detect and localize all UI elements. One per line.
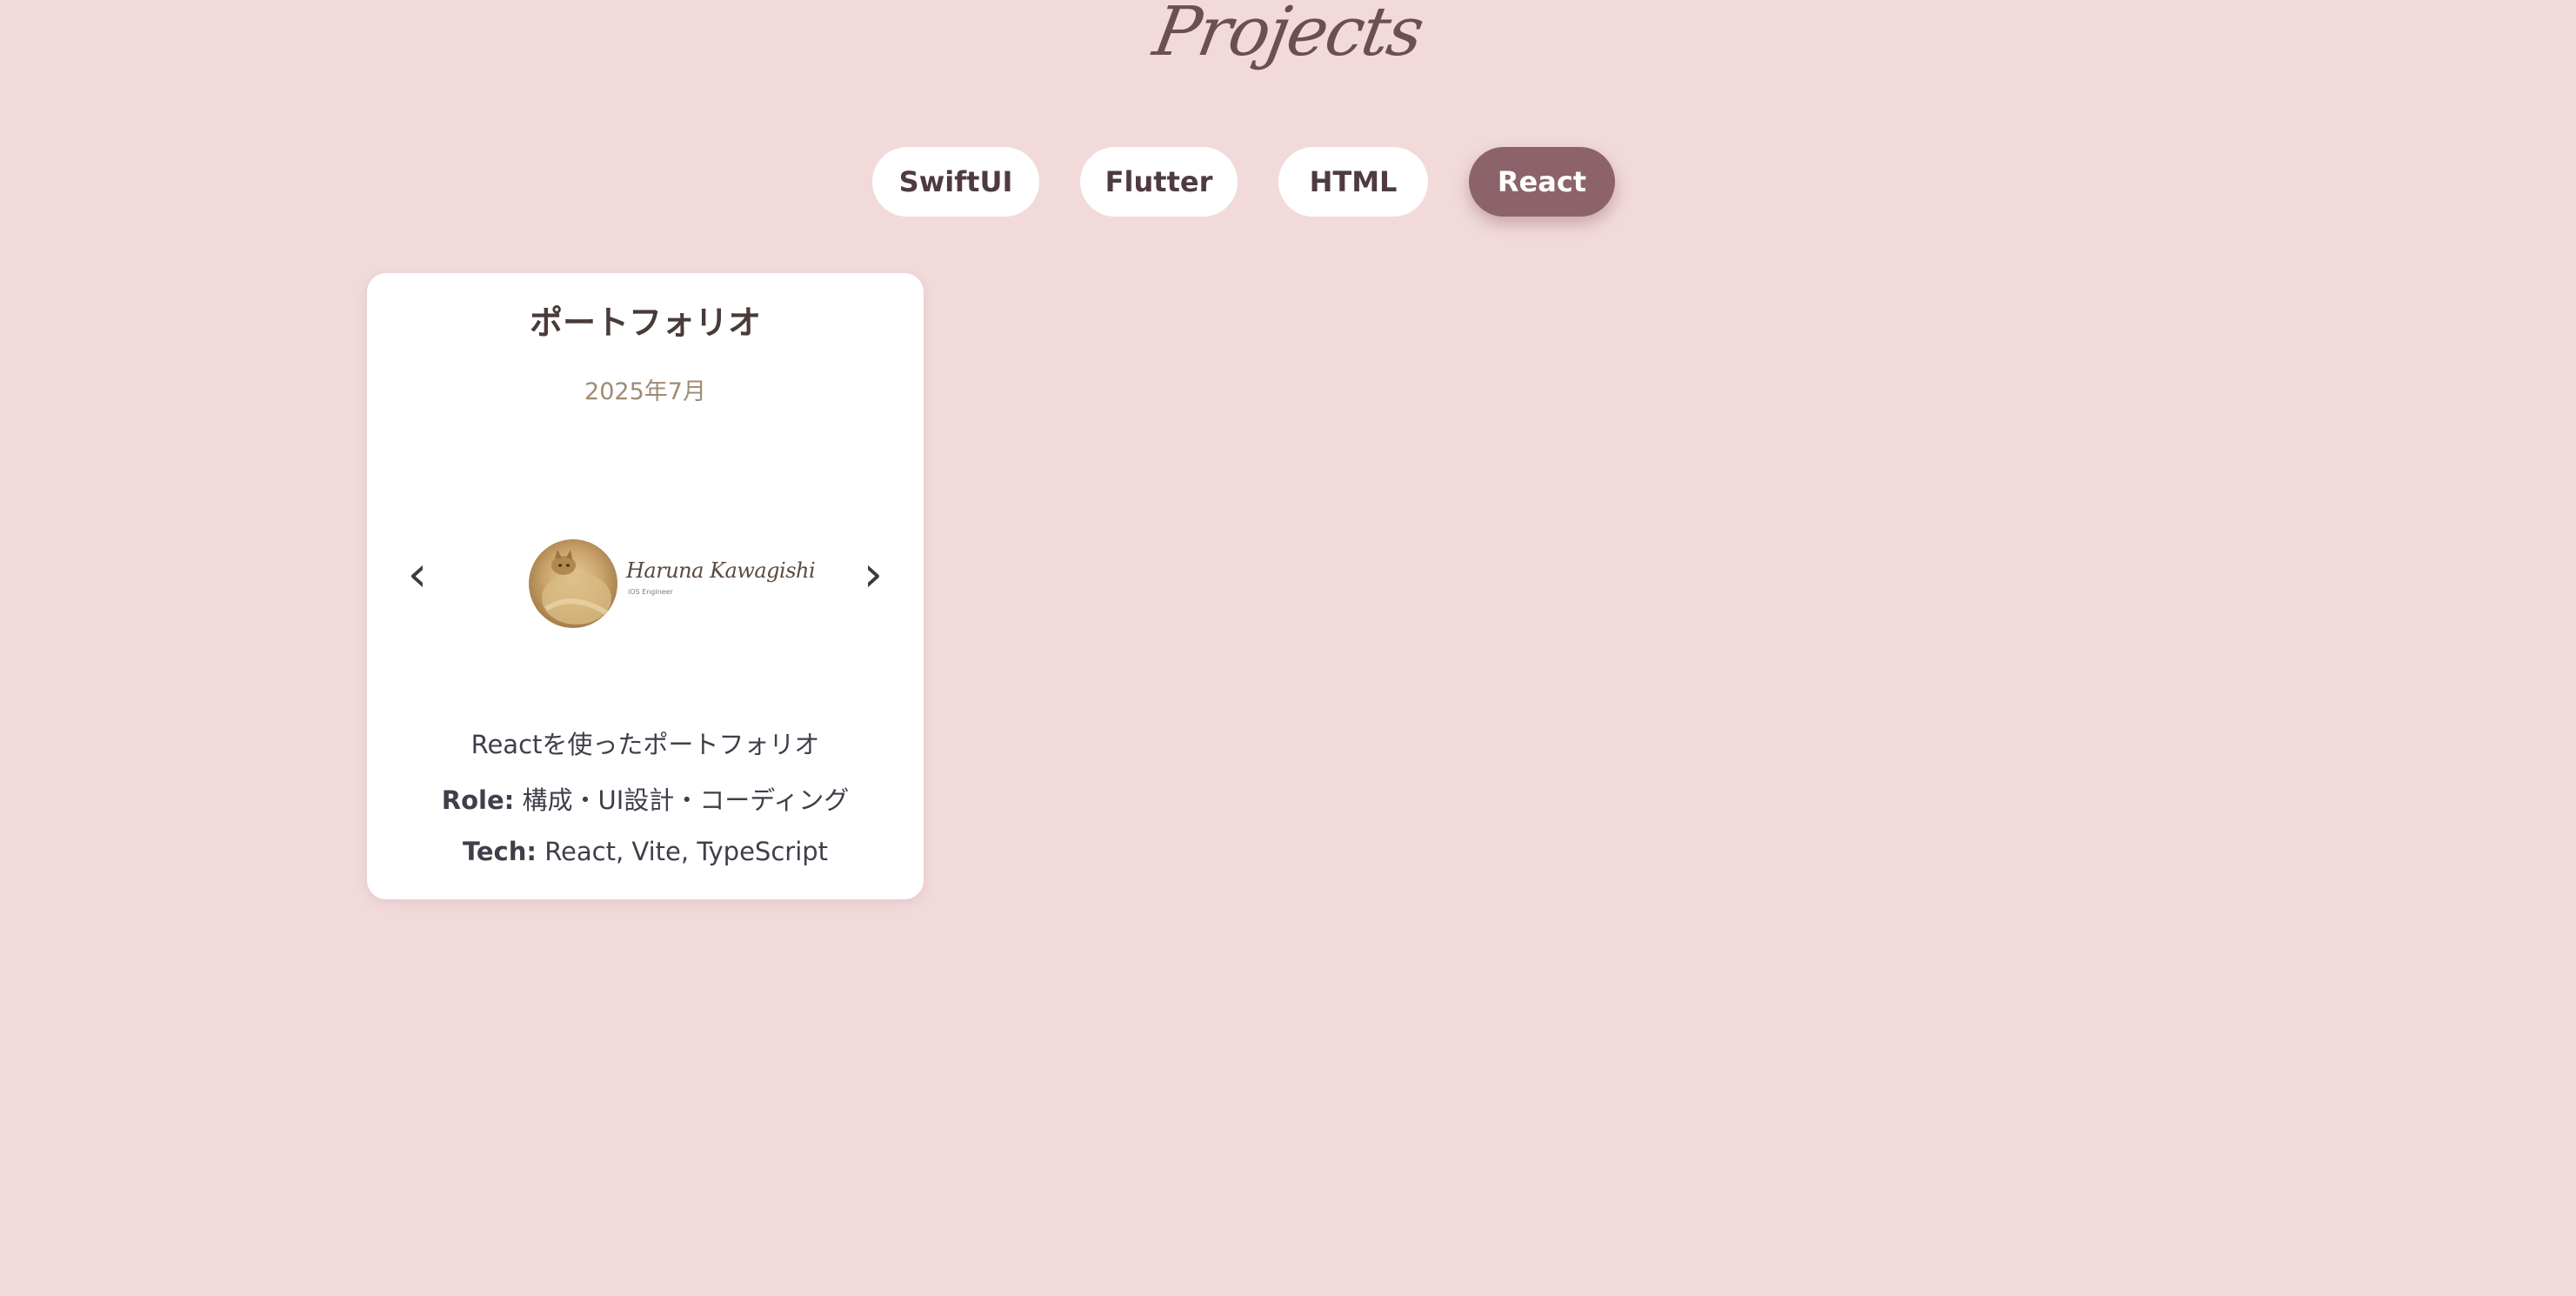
filter-html-button[interactable]: HTML bbox=[1278, 147, 1428, 217]
filter-flutter-button[interactable]: Flutter bbox=[1080, 147, 1238, 217]
carousel-slide-image: Haruna Kawagishi iOS Engineer bbox=[529, 536, 816, 631]
project-date: 2025年7月 bbox=[584, 378, 706, 405]
project-description: Reactを使ったポートフォリオ bbox=[470, 730, 820, 759]
filter-swiftui-button[interactable]: SwiftUI bbox=[872, 147, 1039, 217]
cat-photo-icon bbox=[529, 539, 617, 628]
avatar bbox=[529, 539, 617, 628]
category-filter-bar: SwiftUI Flutter HTML React bbox=[0, 147, 2576, 217]
role-value: 構成・UI設計・コーディング bbox=[522, 785, 850, 815]
project-role: Role: 構成・UI設計・コーディング bbox=[367, 780, 924, 817]
image-carousel: ‹ Haruna Kawagishi iOS Engineer › bbox=[367, 482, 924, 682]
page-title: Projects bbox=[1147, 0, 1428, 71]
carousel-next-button[interactable]: › bbox=[851, 544, 895, 605]
project-title: ポートフォリオ bbox=[529, 304, 761, 342]
logo-subtitle-text: iOS Engineer bbox=[628, 588, 673, 596]
carousel-prev-button[interactable]: ‹ bbox=[396, 544, 439, 605]
filter-react-button[interactable]: React bbox=[1469, 147, 1615, 217]
tech-value: React, Vite, TypeScript bbox=[544, 837, 829, 866]
project-card: ポートフォリオ 2025年7月 ‹ Haruna Kawagishi iOS E… bbox=[367, 273, 924, 899]
role-label: Role: bbox=[441, 785, 515, 815]
tech-label: Tech: bbox=[462, 837, 537, 866]
project-tech: Tech: React, Vite, TypeScript bbox=[367, 837, 924, 866]
logo-signature-text: Haruna Kawagishi bbox=[626, 558, 816, 583]
